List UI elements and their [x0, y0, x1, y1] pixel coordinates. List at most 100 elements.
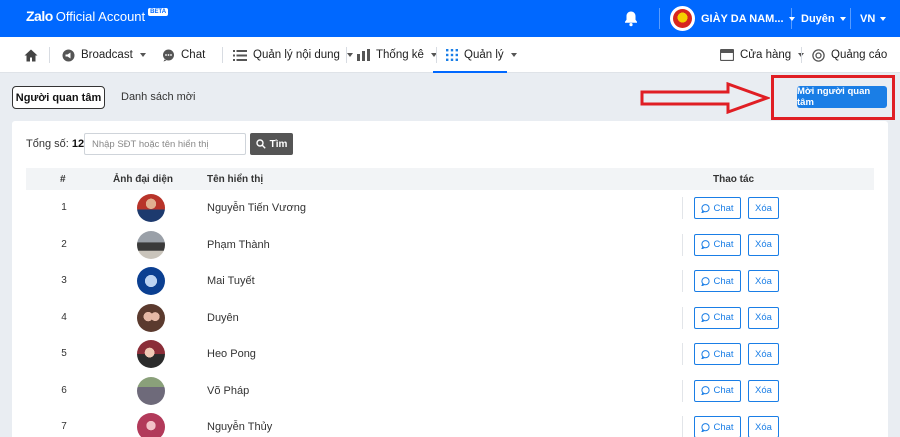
chat-bubble-icon	[701, 313, 711, 322]
search-button-label: Tìm	[269, 138, 288, 150]
user-name: Duyên	[801, 13, 835, 25]
chat-bubble-icon	[701, 349, 711, 359]
header-actions: Thao tác	[713, 174, 755, 185]
row-index: 1	[61, 202, 67, 213]
nav-home[interactable]	[24, 37, 38, 73]
chat-bubble-icon	[701, 386, 711, 395]
chat-bubble-icon	[701, 276, 711, 286]
chevron-down-icon	[839, 17, 846, 21]
beta-badge: BETA	[148, 8, 169, 16]
chat-icon	[163, 49, 174, 61]
nav-chat[interactable]: Chat	[162, 37, 205, 73]
follower-avatar[interactable]	[137, 194, 165, 222]
account-name: GIÀY DA NAM...	[701, 12, 784, 25]
follower-name: Nguyễn Thủy	[207, 421, 273, 433]
follower-avatar[interactable]	[137, 340, 165, 368]
row-index: 5	[61, 348, 67, 359]
nav-management[interactable]: Quản lý	[446, 37, 517, 73]
follower-avatar[interactable]	[137, 413, 165, 437]
nav-divider	[436, 47, 437, 63]
nav-divider	[222, 47, 223, 63]
chevron-down-icon	[139, 53, 146, 57]
top-bar: Zalo Official Account BETA GIÀY DA NAM..…	[0, 0, 900, 37]
chat-button[interactable]: Chat	[694, 379, 741, 402]
search-button[interactable]: Tìm	[250, 133, 293, 155]
notification-bell-icon[interactable]	[623, 10, 639, 27]
topbar-divider	[791, 8, 792, 29]
follower-name: Phạm Thành	[207, 238, 270, 251]
nav-divider	[346, 47, 347, 63]
bar-chart-icon	[357, 49, 370, 61]
account-switcher[interactable]: GIÀY DA NAM...	[670, 6, 795, 31]
follower-avatar[interactable]	[137, 230, 165, 259]
follower-avatar[interactable]	[137, 376, 165, 405]
chat-button-label: Chat	[713, 385, 734, 396]
action-divider	[682, 306, 683, 329]
nav-management-label: Quản lý	[464, 49, 504, 61]
nav-store-label: Cửa hàng	[740, 49, 792, 61]
nav-broadcast[interactable]: Broadcast	[62, 37, 146, 73]
topbar-divider	[659, 8, 660, 29]
delete-button[interactable]: Xóa	[748, 379, 779, 402]
follower-avatar[interactable]	[137, 267, 165, 295]
megaphone-icon	[62, 49, 75, 61]
invite-followers-button[interactable]: Mời người quan tâm	[797, 86, 887, 108]
action-divider	[682, 197, 683, 219]
zalo-oa-logo[interactable]: Zalo Official Account BETA	[26, 8, 169, 24]
nav-store[interactable]: Cửa hàng	[720, 37, 805, 73]
follower-name: Nguyễn Tiến Vương	[207, 202, 306, 214]
row-index: 6	[61, 384, 67, 396]
action-divider	[682, 270, 683, 292]
total-count: Tổng số: 12	[26, 138, 84, 150]
language-selector[interactable]: VN	[860, 13, 887, 25]
nav-active-indicator	[433, 71, 507, 73]
nav-ads-label: Quảng cáo	[831, 49, 888, 61]
follower-avatar[interactable]	[137, 303, 165, 332]
chat-button[interactable]: Chat	[694, 270, 741, 292]
delete-button[interactable]: Xóa	[748, 270, 779, 292]
list-icon	[233, 49, 247, 61]
delete-button[interactable]: Xóa	[748, 416, 779, 437]
chat-button[interactable]: Chat	[694, 233, 741, 256]
ads-icon	[812, 48, 825, 62]
search-input[interactable]: Nhập SĐT hoặc tên hiển thị	[84, 133, 246, 155]
chevron-down-icon	[346, 53, 353, 57]
header-index: #	[60, 174, 66, 185]
chat-button[interactable]: Chat	[694, 416, 741, 437]
action-divider	[682, 343, 683, 365]
delete-button[interactable]: Xóa	[748, 343, 779, 365]
tab-invite-list[interactable]: Danh sách mời	[121, 91, 195, 103]
chat-button[interactable]: Chat	[694, 306, 741, 329]
language-code: VN	[860, 13, 876, 25]
topbar-divider	[850, 8, 851, 29]
chat-bubble-icon	[701, 203, 711, 213]
follower-name: Heo Pong	[207, 348, 256, 360]
row-index: 7	[61, 421, 67, 432]
chat-button-label: Chat	[713, 312, 734, 323]
nav-content-management[interactable]: Quản lý nội dung	[233, 37, 353, 73]
chevron-down-icon	[510, 53, 517, 57]
chat-button[interactable]: Chat	[694, 197, 741, 219]
action-divider	[682, 416, 683, 437]
nav-divider	[801, 47, 802, 63]
main-nav: Broadcast Chat Quản lý nội dung Thống kê…	[0, 37, 900, 73]
action-divider	[682, 379, 683, 402]
total-label: Tổng số:	[26, 138, 69, 150]
delete-button[interactable]: Xóa	[748, 306, 779, 329]
nav-divider	[49, 47, 50, 63]
chat-button[interactable]: Chat	[694, 343, 741, 365]
row-index: 3	[61, 275, 67, 286]
tab-followers[interactable]: Người quan tâm	[12, 86, 105, 109]
user-menu[interactable]: Duyên	[801, 13, 846, 25]
nav-statistics-label: Thống kê	[376, 49, 424, 61]
search-icon	[255, 139, 266, 149]
nav-statistics[interactable]: Thống kê	[357, 37, 437, 73]
logo-oa-text: Official Account	[55, 8, 146, 24]
nav-ads[interactable]: Quảng cáo	[812, 37, 887, 73]
delete-button[interactable]: Xóa	[748, 233, 779, 256]
chat-button-label: Chat	[713, 421, 734, 433]
chat-button-label: Chat	[713, 275, 734, 287]
delete-button[interactable]: Xóa	[748, 197, 779, 219]
follower-name: Mai Tuyết	[207, 275, 255, 287]
nav-content-label: Quản lý nội dung	[253, 49, 340, 61]
